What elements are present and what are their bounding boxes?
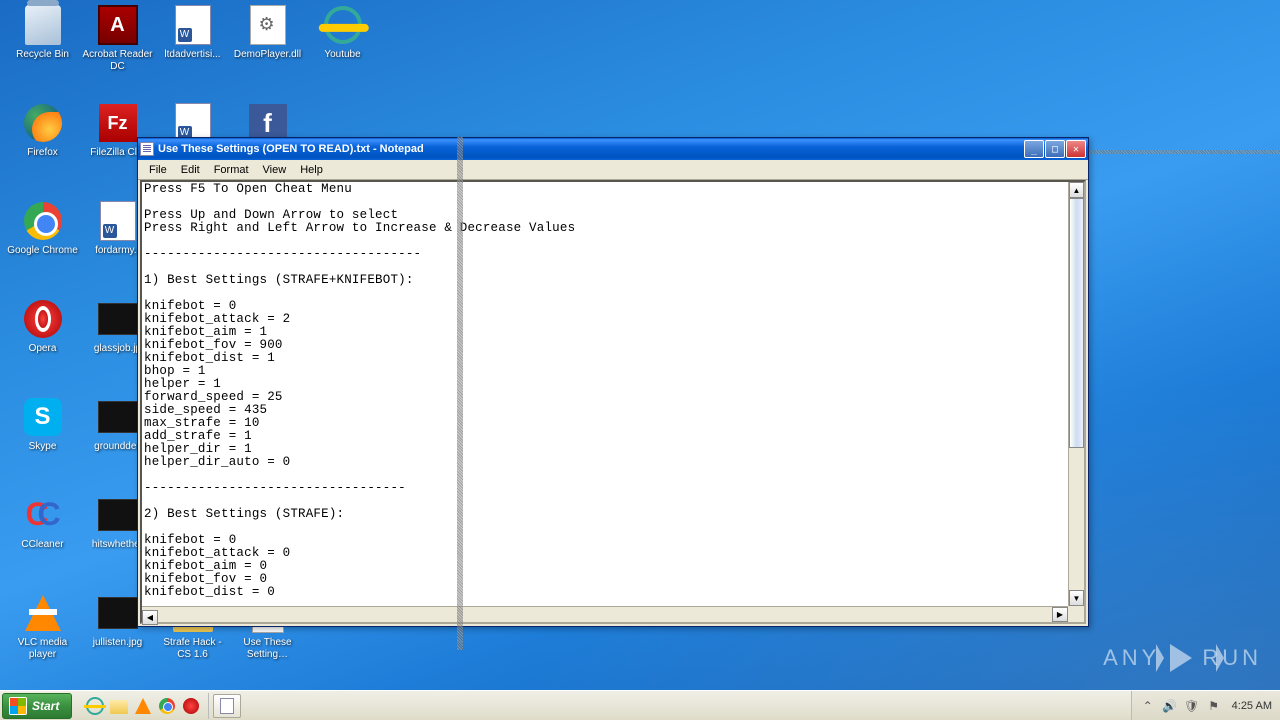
icon-label: Strafe Hack - CS 1.6 — [157, 637, 229, 661]
desktop-icon-youtube[interactable]: Youtube — [305, 5, 380, 90]
ie-icon — [86, 697, 104, 715]
close-button[interactable]: ✕ — [1066, 140, 1086, 158]
menu-edit[interactable]: Edit — [174, 162, 207, 178]
desktop: Recycle Bin A Acrobat Reader DC ltdadvertis… — [0, 0, 1280, 720]
jpg-icon — [98, 499, 138, 531]
text-area-container: Press F5 To Open Cheat Menu Press Up and… — [140, 180, 1086, 624]
start-button[interactable]: Start — [2, 693, 72, 719]
chrome-icon — [24, 202, 62, 240]
watermark-text-2: RUN — [1202, 645, 1262, 671]
icon-label: Use These Setting… — [232, 637, 304, 661]
taskbar-item-notepad[interactable] — [213, 694, 241, 718]
notepad-icon — [140, 142, 154, 156]
icon-label: VLC media player — [7, 637, 79, 661]
desktop-icon-vlc-media-player[interactable]: VLC media player — [5, 593, 80, 678]
ql-explorer[interactable] — [108, 695, 130, 717]
word-icon — [175, 5, 211, 45]
icon-label: Google Chrome — [7, 245, 78, 257]
watermark: ANY RUN — [1103, 644, 1262, 672]
desktop-icon-opera[interactable]: Opera — [5, 299, 80, 384]
cc-icon — [24, 496, 62, 534]
jpg-icon — [98, 303, 138, 335]
desktop-icon-ccleaner[interactable]: CCleaner — [5, 495, 80, 580]
clock[interactable]: 4:25 AM — [1232, 700, 1272, 712]
chrome-icon — [159, 698, 175, 714]
flag-icon[interactable]: ⚑ — [1206, 698, 1222, 714]
word-icon — [100, 201, 136, 241]
minimize-button[interactable]: _ — [1024, 140, 1044, 158]
maximize-button[interactable]: □ — [1045, 140, 1065, 158]
skype-icon: S — [24, 398, 62, 436]
scroll-right-button[interactable]: ▶ — [1052, 607, 1068, 622]
tray-expand-icon[interactable]: ⌃ — [1140, 698, 1156, 714]
drag-ghost-vertical — [457, 137, 463, 650]
windows-logo-icon — [9, 697, 27, 715]
notepad-window[interactable]: Use These Settings (OPEN TO READ).txt - … — [137, 137, 1089, 627]
scroll-up-button[interactable]: ▲ — [1069, 182, 1084, 198]
icon-label: ltdadvertisi... — [164, 49, 220, 61]
menu-file[interactable]: File — [142, 162, 174, 178]
icon-label: grounddeli — [94, 441, 141, 453]
titlebar[interactable]: Use These Settings (OPEN TO READ).txt - … — [138, 138, 1088, 160]
system-tray: ⌃ 🔊 🛡 ⚑ 4:25 AM — [1131, 691, 1280, 720]
scroll-down-button[interactable]: ▼ — [1069, 590, 1084, 606]
jpg-icon — [98, 597, 138, 629]
jpg-icon — [98, 401, 138, 433]
vlc-icon — [25, 595, 61, 631]
opera-icon — [24, 300, 62, 338]
folder-icon — [110, 700, 128, 714]
menu-help[interactable]: Help — [293, 162, 330, 178]
text-content[interactable]: Press F5 To Open Cheat Menu Press Up and… — [142, 182, 1084, 606]
opera-icon — [183, 698, 199, 714]
menubar: FileEditFormatViewHelp — [138, 160, 1088, 180]
desktop-icon-acrobat-reader-dc[interactable]: A Acrobat Reader DC — [80, 5, 155, 90]
ql-opera[interactable] — [180, 695, 202, 717]
ie-icon — [319, 2, 366, 49]
play-icon — [1170, 644, 1192, 672]
menu-view[interactable]: View — [256, 162, 294, 178]
adobe-icon: A — [98, 5, 138, 45]
icon-label: Skype — [29, 441, 57, 453]
taskbar: Start ⌃ 🔊 🛡 ⚑ 4:25 AM — [0, 690, 1280, 720]
scroll-corner — [1068, 606, 1084, 622]
vertical-scrollbar[interactable]: ▲ ▼ — [1068, 182, 1084, 606]
drag-ghost-horizontal — [1089, 150, 1280, 154]
ql-ie[interactable] — [84, 695, 106, 717]
icon-label: CCleaner — [21, 539, 63, 551]
menu-format[interactable]: Format — [207, 162, 256, 178]
dll-icon — [250, 5, 286, 45]
horizontal-scrollbar[interactable]: ◀ ▶ — [142, 606, 1068, 622]
icon-label: fordarmy.r — [95, 245, 140, 257]
icon-label: Recycle Bin — [16, 49, 69, 61]
desktop-icon-ltdadvertisi-[interactable]: ltdadvertisi... — [155, 5, 230, 90]
icon-label: hitswhether — [92, 539, 143, 551]
shield-icon[interactable]: 🛡 — [1184, 698, 1200, 714]
fz-icon: Fz — [99, 104, 137, 142]
ql-vlc[interactable] — [132, 695, 154, 717]
start-label: Start — [32, 699, 59, 713]
desktop-icon-recycle-bin[interactable]: Recycle Bin — [5, 5, 80, 90]
desktop-icon-firefox[interactable]: Firefox — [5, 103, 80, 188]
icon-label: Opera — [29, 343, 57, 355]
icon-label: Acrobat Reader DC — [82, 49, 154, 73]
icon-label: Firefox — [27, 147, 58, 159]
scroll-left-button[interactable]: ◀ — [142, 610, 158, 625]
icon-label: DemoPlayer.dll — [234, 49, 301, 61]
vlc-icon — [135, 698, 151, 714]
ff-icon — [24, 104, 62, 142]
notepad-icon — [220, 698, 234, 714]
quick-launch — [78, 693, 209, 719]
desktop-icon-google-chrome[interactable]: Google Chrome — [5, 201, 80, 286]
icon-label: glassjob.jp — [94, 343, 141, 355]
volume-icon[interactable]: 🔊 — [1162, 698, 1178, 714]
watermark-text-1: ANY — [1103, 645, 1160, 671]
desktop-icon-demoplayer-dll[interactable]: DemoPlayer.dll — [230, 5, 305, 90]
icon-label: Youtube — [324, 49, 360, 61]
ql-chrome[interactable] — [156, 695, 178, 717]
scroll-thumb-vertical[interactable] — [1069, 198, 1084, 448]
bin-icon — [25, 5, 61, 45]
desktop-icon-skype[interactable]: S Skype — [5, 397, 80, 482]
icon-label: jullisten.jpg — [93, 637, 142, 649]
window-title: Use These Settings (OPEN TO READ).txt - … — [158, 143, 1024, 155]
